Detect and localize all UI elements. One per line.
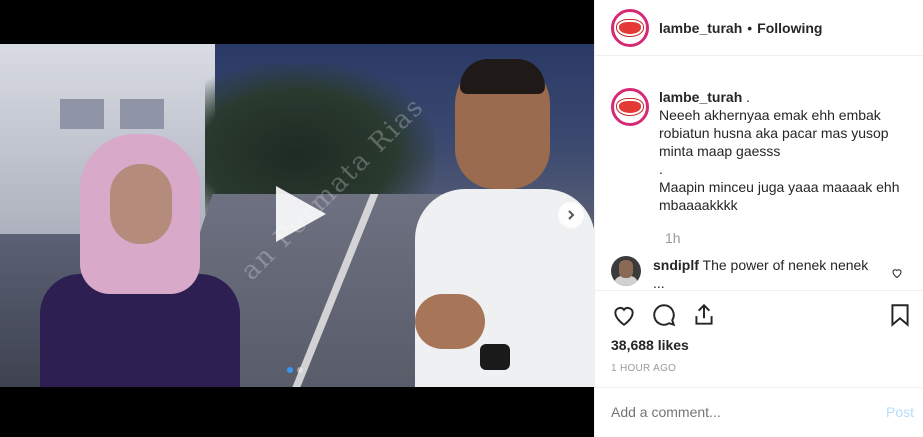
video-person-left	[40, 134, 240, 387]
lips-logo-icon	[617, 19, 643, 36]
post-timestamp: 1 HOUR AGO	[611, 363, 677, 374]
post-button[interactable]: Post	[886, 404, 914, 420]
carousel-dots	[287, 367, 303, 373]
caption-line: .	[746, 89, 751, 105]
caption-avatar[interactable]	[611, 88, 649, 126]
building-window	[60, 99, 104, 129]
avatar[interactable]	[611, 256, 641, 286]
caption-line: mbaaaakkkk	[659, 197, 738, 213]
like-count[interactable]: 38,688 likes	[611, 337, 689, 353]
person-right-hands	[415, 294, 485, 349]
building-window	[120, 99, 164, 129]
comment-input[interactable]	[611, 404, 841, 420]
comment-username[interactable]: sndiplf	[653, 257, 699, 273]
post-header: lambe_turah • Following	[595, 0, 923, 56]
header-separator: •	[747, 19, 753, 36]
comment-item: sndiplf The power of nenek nenek ...	[611, 256, 911, 290]
comment-icon[interactable]	[651, 302, 677, 333]
comments-section[interactable]: lambe_turah . Neeeh akhernyaa emak ehh e…	[595, 76, 923, 290]
comment-like-heart-icon[interactable]	[891, 266, 903, 279]
divider	[595, 387, 923, 388]
person-right-watch	[480, 344, 510, 370]
bookmark-icon[interactable]	[887, 302, 913, 333]
caption: lambe_turah . Neeeh akhernyaa emak ehh e…	[611, 88, 911, 214]
caption-text: lambe_turah . Neeeh akhernyaa emak ehh e…	[659, 88, 900, 214]
carousel-dot	[297, 367, 303, 373]
person-right-hair	[460, 59, 545, 94]
comment-more[interactable]: ...	[653, 275, 665, 290]
action-bar	[611, 302, 911, 330]
divider	[595, 290, 923, 291]
post-media: an Permata Rias	[0, 0, 594, 437]
comment-text: sndiplf The power of nenek nenek ...	[653, 256, 873, 290]
comment-body: The power of nenek nenek	[702, 257, 869, 273]
lips-logo-icon	[617, 99, 643, 115]
caption-line: robiatun husna aka pacar mas yusop	[659, 125, 889, 141]
carousel-dot-active	[287, 367, 293, 373]
caption-line: Maapin minceu juga yaaa maaaak ehh	[659, 179, 900, 195]
header-username[interactable]: lambe_turah	[659, 20, 742, 36]
play-icon[interactable]	[266, 182, 330, 246]
caption-line: Neeeh akhernyaa emak ehh embak	[659, 107, 881, 123]
following-button[interactable]: Following	[757, 20, 822, 36]
avatar[interactable]	[611, 8, 649, 47]
post-side-panel: lambe_turah • Following lambe_turah . Ne…	[594, 0, 923, 437]
caption-username[interactable]: lambe_turah	[659, 89, 742, 105]
share-icon[interactable]	[691, 302, 717, 333]
avatar-face	[619, 260, 633, 278]
caption-line: .	[659, 161, 663, 177]
caption-line: minta maap gaesss	[659, 143, 781, 159]
person-left-face	[110, 164, 172, 244]
chevron-right-icon[interactable]	[558, 202, 584, 228]
heart-icon[interactable]	[611, 302, 637, 333]
caption-time[interactable]: 1h	[665, 230, 681, 246]
